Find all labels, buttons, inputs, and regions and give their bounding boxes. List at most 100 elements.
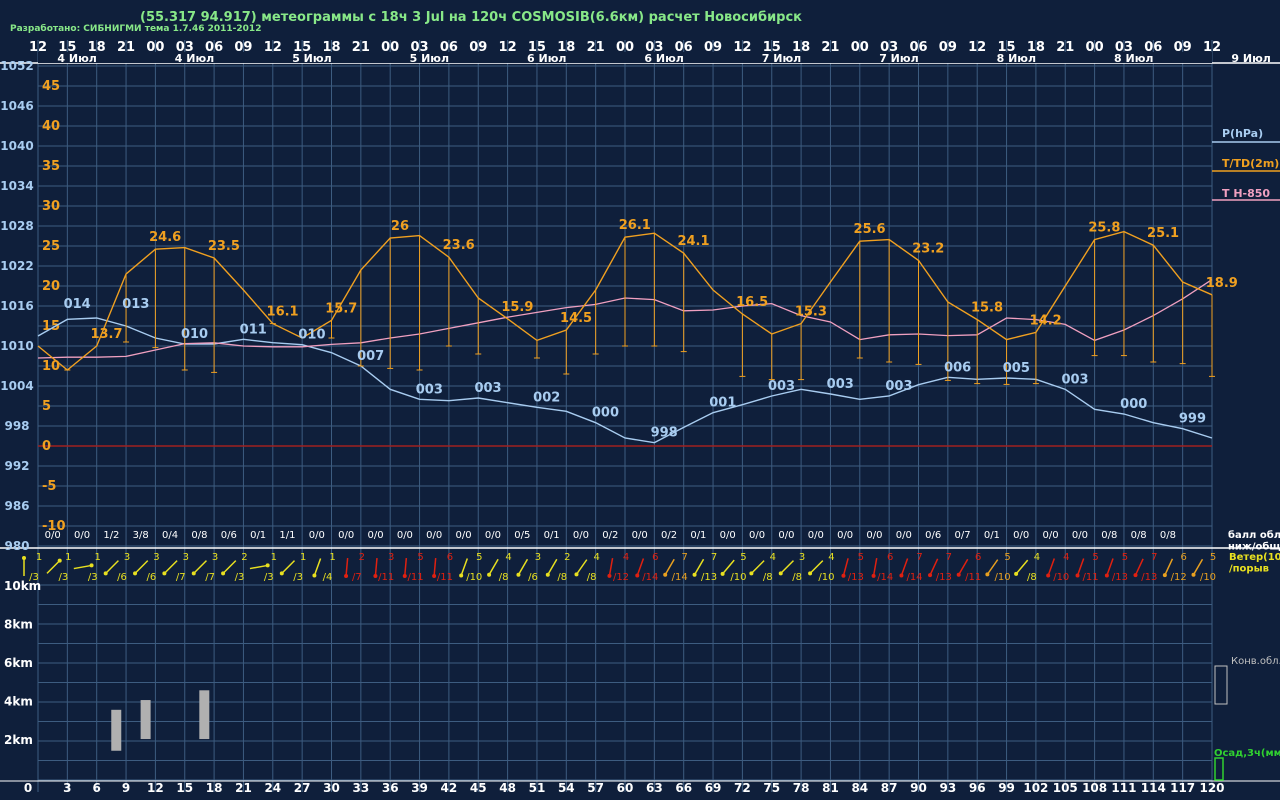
wind-arrow-head (778, 571, 783, 576)
wind-speed-label: 2 (359, 552, 365, 563)
cloud-cover-label: 0/8 (191, 530, 207, 541)
legend-t850: T H-850 (1222, 187, 1270, 200)
pressure-value-label: 010 (298, 328, 325, 343)
date-label: 5 Июл (410, 52, 449, 65)
cloud-cover-label: 3/8 (133, 530, 149, 541)
wind-arrow-head (956, 572, 961, 577)
wind-arrow-head (1046, 573, 1051, 578)
date-label: 9 Июл (1231, 52, 1270, 65)
wind-speed-label: 3 (153, 552, 159, 563)
cloud-cover-label: 0/7 (954, 530, 970, 541)
hour-tick-label: 72 (734, 781, 751, 795)
hour-tick-label: 102 (1023, 781, 1048, 795)
pressure-value-label: 005 (1003, 361, 1030, 376)
wind-arrow-head (103, 571, 108, 576)
wind-gust-label: /8 (499, 572, 509, 583)
cloud-cover-label: 0/6 (221, 530, 237, 541)
hour-tick-label: 81 (822, 781, 839, 795)
wind-arrow-head (279, 571, 284, 576)
wind-speed-label: 1 (329, 552, 335, 563)
wind-speed-label: 5 (740, 552, 746, 563)
wind-gust-label: /13 (848, 572, 864, 583)
wind-arrow-head (432, 573, 437, 578)
wind-speed-label: 2 (564, 552, 570, 563)
wind-arrow-head (720, 571, 725, 576)
temp-value-label: 26 (391, 219, 409, 234)
cloud-cover-label: 0/0 (632, 530, 648, 541)
wind-arrow-head (373, 573, 378, 578)
wind-arrow-head (607, 573, 612, 578)
cloud-cover-label: 0/0 (456, 530, 472, 541)
temp-value-label: 24.1 (677, 234, 709, 249)
wind-gust-label: /10 (995, 572, 1011, 583)
temp-value-label: 15.8 (971, 301, 1003, 316)
wind-gust-label: /3 (293, 572, 303, 583)
wind-speed-label: 6 (887, 552, 893, 563)
wind-speed-label: 7 (711, 552, 717, 563)
date-label: 7 Июл (762, 52, 801, 65)
pressure-tick-label: 1022 (0, 259, 33, 273)
height-tick-label: 2km (4, 733, 33, 747)
wind-arrow-head (459, 573, 464, 578)
wind-gust-label: /14 (642, 572, 658, 583)
wind-gust-label: /6 (528, 572, 538, 583)
wind-gust-label: /13 (1112, 572, 1128, 583)
wind-arrow-head (985, 572, 990, 577)
hour-tick-label: 48 (499, 781, 516, 795)
wind-gust-label: /13 (936, 572, 952, 583)
wind-arrow-head (1133, 573, 1138, 578)
hour-tick-label: 96 (969, 781, 986, 795)
hour-tick-label: 99 (998, 781, 1015, 795)
temp-tick-label: 30 (42, 199, 60, 214)
cloud-cover-label: 0/8 (1131, 530, 1147, 541)
hour-tick-label: 69 (705, 781, 722, 795)
hour-tick-label: 57 (587, 781, 604, 795)
wind-gust-label: /10 (818, 572, 834, 583)
date-label: 6 Июл (527, 52, 566, 65)
wind-gust-label: /8 (557, 572, 567, 583)
wind-speed-label: 4 (1063, 552, 1069, 563)
wind-speed-label: 7 (946, 552, 952, 563)
wind-arrow-head (344, 573, 349, 578)
wind-gust-label: /7 (176, 572, 186, 583)
pressure-tick-label: 1034 (0, 179, 33, 193)
wind-speed-label: 6 (1180, 552, 1186, 563)
cloud-cover-label: 0/0 (866, 530, 882, 541)
wind-gust-label: /7 (352, 572, 362, 583)
pressure-value-label: 010 (181, 327, 208, 342)
temp-tick-label: 35 (42, 159, 60, 174)
wind-arrow-head (1014, 571, 1019, 576)
wind-speed-label: 3 (535, 552, 541, 563)
temp-tick-label: 5 (42, 399, 51, 414)
hour-tick-label: 0 (24, 781, 32, 795)
temp-value-label: 23.5 (208, 239, 240, 254)
legend-clouds: балл обл. (1228, 529, 1280, 541)
wind-arrow-head (516, 572, 521, 577)
wind-arrow-head (487, 572, 492, 577)
wind-arrow-head (265, 563, 270, 568)
temp-tick-label: 20 (42, 279, 60, 294)
hour-tick-label: 114 (1141, 781, 1166, 795)
hour-tick-label: 117 (1170, 781, 1195, 795)
temp-value-label: 24.6 (149, 230, 181, 245)
wind-speed-label: 2 (241, 552, 247, 563)
wind-arrow-head (871, 573, 876, 578)
wind-speed-label: 1 (36, 552, 42, 563)
cloud-cover-label: 0/6 (925, 530, 941, 541)
hour-tick-label: 90 (910, 781, 927, 795)
wind-gust-label: /8 (763, 572, 773, 583)
wind-speed-label: 5 (1210, 552, 1216, 563)
wind-gust-label: /11 (437, 572, 453, 583)
hour-tick-label: 45 (470, 781, 487, 795)
wind-gust-label: /12 (613, 572, 629, 583)
legend-convective: Конв.обл. (1231, 656, 1280, 667)
hour-tick-label: 12 (147, 781, 164, 795)
cloud-cover-label: 0/1 (544, 530, 560, 541)
wind-arrow-head (545, 572, 550, 577)
pressure-value-label: 003 (827, 377, 854, 392)
convective-cloud-bar (140, 700, 151, 740)
wind-speed-label: 4 (1034, 552, 1040, 563)
temp-value-label: 25.6 (854, 222, 886, 237)
hour-tick-label: 27 (294, 781, 311, 795)
wind-speed-label: 5 (1092, 552, 1098, 563)
